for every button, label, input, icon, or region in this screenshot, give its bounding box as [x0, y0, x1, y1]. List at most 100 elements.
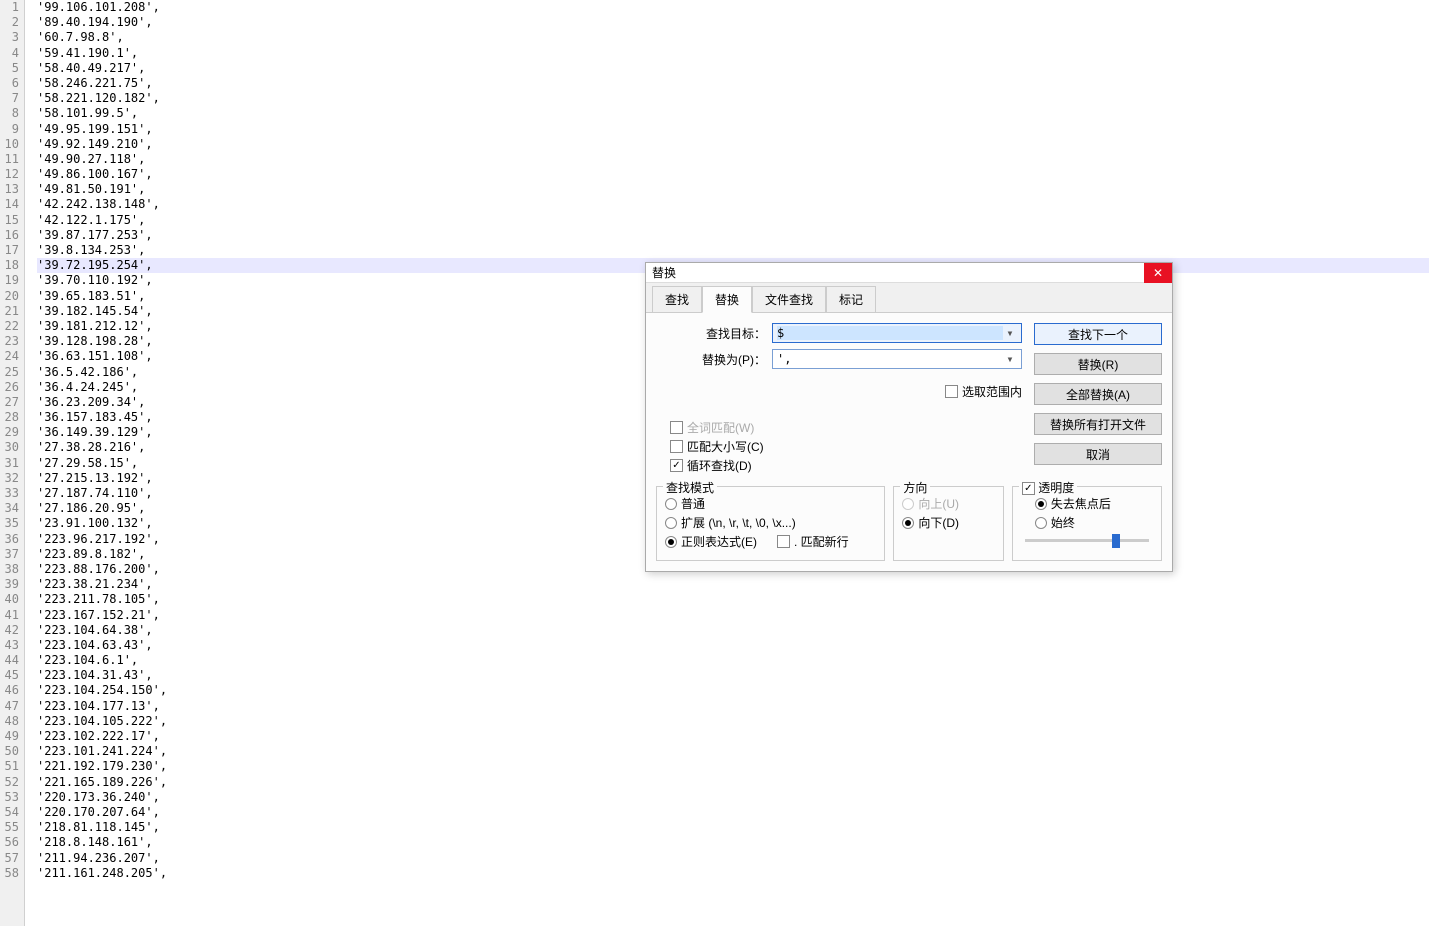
- match-case-label: 匹配大小写(C): [687, 438, 764, 455]
- replace-dialog: 替换 ✕ 查找替换文件查找标记 查找目标： $ ▾ 替换为(P)： ', ▾ 选…: [645, 262, 1173, 572]
- dialog-titlebar[interactable]: 替换 ✕: [646, 263, 1172, 283]
- line-number: 58: [0, 866, 19, 881]
- line-number: 38: [0, 562, 19, 577]
- replace-button[interactable]: 替换(R): [1034, 353, 1162, 375]
- line-number: 29: [0, 425, 19, 440]
- code-line[interactable]: '39.87.177.253',: [37, 228, 1429, 243]
- wrap-around-label: 循环查找(D): [687, 457, 752, 474]
- line-number: 22: [0, 319, 19, 334]
- code-line[interactable]: '221.165.189.226',: [37, 775, 1429, 790]
- code-line[interactable]: '223.104.31.43',: [37, 668, 1429, 683]
- code-line[interactable]: '39.8.134.253',: [37, 243, 1429, 258]
- dot-newline-checkbox[interactable]: [777, 535, 790, 548]
- code-line[interactable]: '42.122.1.175',: [37, 213, 1429, 228]
- code-line[interactable]: '221.192.179.230',: [37, 759, 1429, 774]
- replace-in-open-button[interactable]: 替换所有打开文件: [1034, 413, 1162, 435]
- transparency-slider[interactable]: [1025, 539, 1149, 542]
- line-number: 57: [0, 851, 19, 866]
- code-line[interactable]: '223.104.254.150',: [37, 683, 1429, 698]
- dialog-tab[interactable]: 标记: [826, 286, 876, 313]
- line-number: 46: [0, 683, 19, 698]
- in-selection-label: 选取范围内: [962, 383, 1022, 400]
- line-number: 14: [0, 197, 19, 212]
- line-number: 13: [0, 182, 19, 197]
- line-number: 20: [0, 289, 19, 304]
- direction-down-label: 向下(D): [918, 514, 959, 531]
- dialog-tab[interactable]: 查找: [652, 286, 702, 313]
- code-line[interactable]: '58.101.99.5',: [37, 106, 1429, 121]
- code-line[interactable]: '58.40.49.217',: [37, 61, 1429, 76]
- code-line[interactable]: '49.95.199.151',: [37, 122, 1429, 137]
- code-line[interactable]: '223.104.6.1',: [37, 653, 1429, 668]
- replace-input[interactable]: ', ▾: [772, 349, 1022, 369]
- line-number: 49: [0, 729, 19, 744]
- code-line[interactable]: '223.211.78.105',: [37, 592, 1429, 607]
- line-number: 54: [0, 805, 19, 820]
- transparency-legend: 透明度: [1019, 479, 1077, 496]
- line-number: 4: [0, 46, 19, 61]
- code-line[interactable]: '59.41.190.1',: [37, 46, 1429, 61]
- code-line[interactable]: '49.81.50.191',: [37, 182, 1429, 197]
- line-number: 36: [0, 532, 19, 547]
- match-case-checkbox[interactable]: [670, 440, 683, 453]
- line-number: 56: [0, 835, 19, 850]
- code-line[interactable]: '223.104.177.13',: [37, 699, 1429, 714]
- line-number: 47: [0, 699, 19, 714]
- chevron-down-icon[interactable]: ▾: [1003, 352, 1017, 366]
- line-number: 12: [0, 167, 19, 182]
- code-line[interactable]: '220.170.207.64',: [37, 805, 1429, 820]
- transparency-checkbox[interactable]: [1022, 482, 1035, 495]
- replace-all-button[interactable]: 全部替换(A): [1034, 383, 1162, 405]
- code-line[interactable]: '223.167.152.21',: [37, 608, 1429, 623]
- mode-extended-radio[interactable]: [665, 517, 677, 529]
- slider-thumb[interactable]: [1112, 534, 1120, 548]
- code-line[interactable]: '89.40.194.190',: [37, 15, 1429, 30]
- trans-lose-focus-radio[interactable]: [1035, 498, 1047, 510]
- line-number: 18: [0, 258, 19, 273]
- find-input[interactable]: $ ▾: [772, 323, 1022, 343]
- code-line[interactable]: '218.8.148.161',: [37, 835, 1429, 850]
- code-line[interactable]: '220.173.36.240',: [37, 790, 1429, 805]
- code-line[interactable]: '223.104.63.43',: [37, 638, 1429, 653]
- cancel-button[interactable]: 取消: [1034, 443, 1162, 465]
- code-line[interactable]: '211.161.248.205',: [37, 866, 1429, 881]
- find-next-button[interactable]: 查找下一个: [1034, 323, 1162, 345]
- code-line[interactable]: '223.38.21.234',: [37, 577, 1429, 592]
- trans-always-radio[interactable]: [1035, 517, 1047, 529]
- direction-up-label: 向上(U): [918, 495, 959, 512]
- line-number: 16: [0, 228, 19, 243]
- code-line[interactable]: '223.104.105.222',: [37, 714, 1429, 729]
- dialog-tab[interactable]: 文件查找: [752, 286, 826, 313]
- mode-normal-label: 普通: [681, 495, 705, 512]
- code-line[interactable]: '49.92.149.210',: [37, 137, 1429, 152]
- code-line[interactable]: '42.242.138.148',: [37, 197, 1429, 212]
- direction-down-radio[interactable]: [902, 517, 914, 529]
- code-line[interactable]: '60.7.98.8',: [37, 30, 1429, 45]
- line-number: 8: [0, 106, 19, 121]
- code-line[interactable]: '49.90.27.118',: [37, 152, 1429, 167]
- dialog-tab[interactable]: 替换: [702, 286, 752, 313]
- wrap-around-checkbox[interactable]: [670, 459, 683, 472]
- mode-regex-radio[interactable]: [665, 536, 677, 548]
- close-icon[interactable]: ✕: [1144, 263, 1172, 283]
- code-line[interactable]: '58.246.221.75',: [37, 76, 1429, 91]
- code-line[interactable]: '99.106.101.208',: [37, 0, 1429, 15]
- code-line[interactable]: '211.94.236.207',: [37, 851, 1429, 866]
- replace-value: ',: [777, 352, 1003, 366]
- trans-always-label: 始终: [1051, 514, 1075, 531]
- line-number: 10: [0, 137, 19, 152]
- line-number: 42: [0, 623, 19, 638]
- code-line[interactable]: '223.101.241.224',: [37, 744, 1429, 759]
- find-label: 查找目标：: [656, 325, 772, 342]
- line-number: 26: [0, 380, 19, 395]
- code-line[interactable]: '58.221.120.182',: [37, 91, 1429, 106]
- line-number: 32: [0, 471, 19, 486]
- code-line[interactable]: '223.104.64.38',: [37, 623, 1429, 638]
- mode-normal-radio[interactable]: [665, 498, 677, 510]
- code-line[interactable]: '223.102.222.17',: [37, 729, 1429, 744]
- in-selection-checkbox[interactable]: [945, 385, 958, 398]
- code-line[interactable]: '218.81.118.145',: [37, 820, 1429, 835]
- whole-word-checkbox[interactable]: [670, 421, 683, 434]
- code-line[interactable]: '49.86.100.167',: [37, 167, 1429, 182]
- chevron-down-icon[interactable]: ▾: [1003, 326, 1017, 340]
